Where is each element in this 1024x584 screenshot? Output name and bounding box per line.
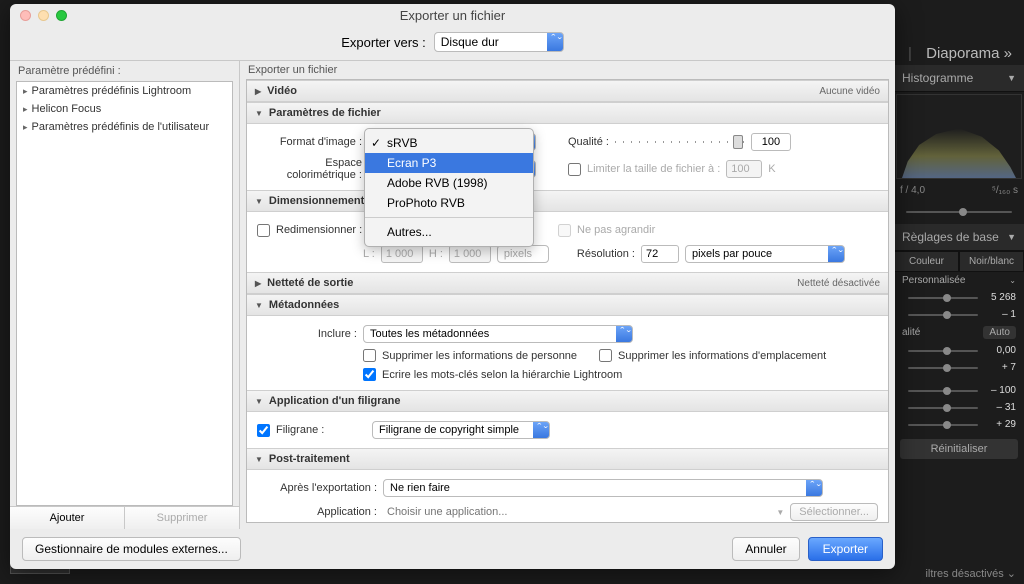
remove-person-checkbox[interactable] [363, 349, 376, 362]
select-app-button: Sélectionner... [790, 503, 878, 521]
slider-shadows[interactable] [908, 407, 978, 409]
include-label: Inclure : [257, 328, 357, 340]
limit-unit: K [768, 163, 775, 175]
limit-size-field [726, 160, 762, 178]
dropdown-item-p3[interactable]: Ecran P3 [365, 153, 533, 173]
write-hierarchy-label: Ecrire les mots-clés selon la hiérarchie… [382, 369, 622, 381]
section-video-header[interactable]: ▶Vidéo Aucune vidéo [247, 80, 888, 102]
dropdown-item-adobergb[interactable]: Adobe RVB (1998) [365, 173, 533, 193]
remove-preset-button: Supprimer [125, 507, 239, 529]
include-select[interactable]: Toutes les métadonnées [363, 325, 633, 343]
dialog-title: Exporter un fichier [10, 8, 895, 23]
dropdown-item-srgb[interactable]: sRVB [365, 133, 533, 153]
limit-size-checkbox[interactable] [568, 163, 581, 176]
cancel-button[interactable]: Annuler [732, 537, 799, 561]
section-sizing-header[interactable]: ▼Dimensionnement de [247, 190, 888, 212]
panel-basic-header[interactable]: Règlages de base▼ [894, 224, 1024, 251]
plugin-manager-button[interactable]: Gestionnaire de modules externes... [22, 537, 241, 561]
chevron-down-icon: ▼ [776, 508, 784, 517]
histo-shutter: ⁵/₁₆₀ s [992, 185, 1018, 196]
size-unit-select: pixels [497, 245, 549, 263]
quality-field[interactable] [751, 133, 791, 151]
slider-tint[interactable] [908, 314, 978, 316]
main-header: Exporter un fichier [240, 61, 895, 79]
section-sharpen-header[interactable]: ▶Netteté de sortie Netteté désactivée [247, 272, 888, 294]
slider-contrast[interactable] [908, 367, 978, 369]
application-label: Application : [257, 506, 377, 518]
after-export-select[interactable]: Ne rien faire [383, 479, 823, 497]
remove-person-label: Supprimer les informations de personne [382, 350, 577, 362]
quality-label: Qualité : [568, 136, 609, 148]
colorspace-label: Espace colorimétrique : [257, 157, 362, 181]
export-button[interactable]: Exporter [808, 537, 883, 561]
filters-off-label[interactable]: iltres désactivés ⌄ [925, 567, 1016, 580]
dropdown-item-other[interactable]: Autres... [365, 222, 533, 242]
width-label: L : [363, 248, 375, 260]
no-enlarge-label: Ne pas agrandir [577, 224, 655, 236]
panel-histogram-header[interactable]: Histogramme▼ [894, 65, 1024, 92]
remove-location-checkbox[interactable] [599, 349, 612, 362]
slider-exposure[interactable] [908, 350, 978, 352]
resize-checkbox[interactable] [257, 224, 270, 237]
section-file-header[interactable]: ▼Paramètres de fichier [247, 102, 888, 124]
dropdown-item-prophoto[interactable]: ProPhoto RVB [365, 193, 533, 213]
presets-header: Paramètre prédéfini : [10, 61, 239, 81]
preset-group[interactable]: Helicon Focus [17, 100, 232, 118]
export-dialog: Exporter un fichier Exporter vers : Disq… [10, 4, 895, 569]
write-hierarchy-checkbox[interactable] [363, 368, 376, 381]
slider-whites[interactable] [908, 424, 978, 426]
after-export-label: Après l'exportation : [257, 482, 377, 494]
remove-location-label: Supprimer les informations d'emplacement [618, 350, 826, 362]
auto-tone-btn[interactable]: Auto [983, 326, 1016, 339]
histogram[interactable] [896, 94, 1022, 179]
export-to-label: Exporter vers : [341, 35, 426, 50]
section-post-header[interactable]: ▼Post-traitement [247, 448, 888, 470]
tab-bw[interactable]: Noir/blanc [959, 251, 1024, 272]
application-field [383, 504, 713, 520]
no-enlarge-checkbox [558, 224, 571, 237]
tool-slider[interactable] [906, 211, 1012, 213]
format-label: Format d'image : [257, 136, 362, 148]
module-picker: s | Diaporama » [876, 45, 1012, 62]
watermark-checkbox[interactable] [257, 424, 270, 437]
section-watermark-header[interactable]: ▼Application d'un filigrane [247, 390, 888, 412]
resolution-unit-select[interactable]: pixels par pouce [685, 245, 845, 263]
preset-group[interactable]: Paramètres prédéfinis de l'utilisateur [17, 118, 232, 136]
watermark-label: Filigrane : [276, 424, 366, 436]
histo-aperture: f / 4,0 [900, 185, 925, 196]
resolution-field[interactable] [641, 245, 679, 263]
colorspace-dropdown-menu: sRVB Ecran P3 Adobe RVB (1998) ProPhoto … [364, 128, 534, 247]
quality-slider[interactable] [615, 135, 745, 149]
width-field [381, 245, 423, 263]
preset-group[interactable]: Paramètres prédéfinis Lightroom [17, 82, 232, 100]
height-field [449, 245, 491, 263]
reset-button[interactable]: Réinitialiser [900, 439, 1018, 459]
resize-label: Redimensionner : [276, 224, 364, 236]
watermark-select[interactable]: Filigrane de copyright simple [372, 421, 550, 439]
wb-label: Personnalisée [902, 275, 965, 286]
tab-color[interactable]: Couleur [894, 251, 959, 272]
slider-temp[interactable] [908, 297, 978, 299]
height-label: H : [429, 248, 443, 260]
module-diaporama[interactable]: Diaporama » [926, 45, 1012, 62]
resolution-label: Résolution : [577, 248, 635, 260]
tone-label-trunc: alité [902, 327, 920, 338]
section-metadata-header[interactable]: ▼Métadonnées [247, 294, 888, 316]
presets-list[interactable]: Paramètres prédéfinis Lightroom Helicon … [16, 81, 233, 506]
export-to-select[interactable]: Disque dur [434, 32, 564, 52]
limit-size-label: Limiter la taille de fichier à : [587, 163, 720, 175]
add-preset-button[interactable]: Ajouter [10, 507, 125, 529]
slider-highlights[interactable] [908, 390, 978, 392]
